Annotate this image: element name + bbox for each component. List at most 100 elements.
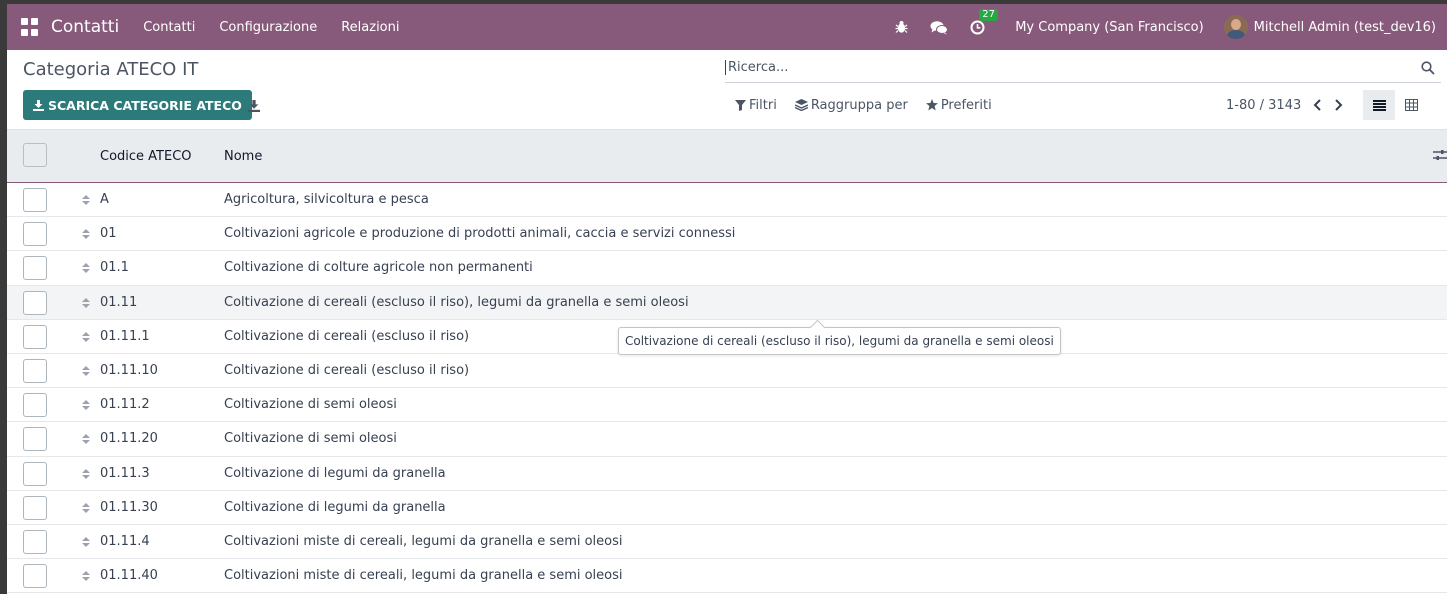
- optional-columns-icon[interactable]: [1433, 149, 1447, 165]
- user-avatar: [1223, 15, 1248, 39]
- table-row[interactable]: 01.11.2 Coltivazione di semi oleosi: [7, 388, 1447, 423]
- cell-name: Agricoltura, silvicoltura e pesca: [224, 192, 429, 208]
- cell-name: Coltivazioni miste di cereali, legumi da…: [224, 533, 623, 549]
- drag-handle-icon[interactable]: [82, 570, 90, 585]
- tooltip: Coltivazione di cereali (escluso il riso…: [618, 327, 1061, 355]
- drag-handle-icon[interactable]: [82, 331, 90, 346]
- filter-icon: [735, 99, 746, 111]
- list-table: Codice ATECO Nome A Agricoltura, silvicol…: [7, 130, 1447, 594]
- drag-handle-icon[interactable]: [82, 297, 90, 312]
- row-checkbox[interactable]: [23, 188, 47, 212]
- drag-handle-icon[interactable]: [82, 433, 90, 448]
- chevron-right-icon[interactable]: [1334, 99, 1343, 111]
- drag-handle-icon[interactable]: [82, 194, 90, 209]
- cell-code: 01.11.1: [100, 328, 150, 344]
- column-header-code[interactable]: Codice ATECO: [100, 130, 192, 182]
- select-all-checkbox[interactable]: [23, 143, 47, 167]
- table-row[interactable]: 01 Coltivazioni agricole e produzione di …: [7, 217, 1447, 252]
- control-panel: Categoria ATECO IT SCARICA CATEGORIE ATE…: [7, 50, 1447, 130]
- menu-item-configurazione[interactable]: Configurazione: [219, 20, 317, 35]
- drag-handle-icon[interactable]: [82, 468, 90, 483]
- row-checkbox[interactable]: [23, 290, 47, 315]
- table-row[interactable]: 01.11.20 Coltivazione di semi oleosi: [7, 422, 1447, 457]
- drag-handle-icon[interactable]: [82, 536, 90, 551]
- cell-code: 01.11.10: [100, 363, 158, 379]
- drag-handle-icon[interactable]: [82, 502, 90, 517]
- chat-icon[interactable]: [930, 18, 949, 36]
- row-checkbox[interactable]: [23, 222, 47, 247]
- row-checkbox[interactable]: [23, 393, 47, 418]
- group-by-button[interactable]: Raggruppa per: [794, 98, 908, 113]
- row-checkbox[interactable]: [23, 427, 47, 452]
- cell-code: 01.11.20: [100, 431, 158, 447]
- cell-name: Coltivazioni agricole e produzione di pr…: [224, 226, 736, 242]
- download-ateco-label: SCARICA CATEGORIE ATECO: [48, 97, 242, 113]
- top-navbar: Contatti Contatti Configurazione Relazio…: [7, 4, 1447, 50]
- cell-name: Coltivazione di cereali (escluso il riso…: [224, 328, 470, 344]
- pager-value[interactable]: 1-80 / 3143: [1226, 98, 1301, 113]
- cell-name: Coltivazione di semi oleosi: [224, 397, 397, 413]
- drag-handle-icon[interactable]: [82, 365, 90, 380]
- menu-item-contatti[interactable]: Contatti: [143, 20, 195, 35]
- pivot-view-icon[interactable]: [1395, 90, 1427, 120]
- table-row[interactable]: A Agricoltura, silvicoltura e pesca: [7, 183, 1447, 218]
- table-row[interactable]: 01.11.10 Coltivazione di cereali (escluso…: [7, 354, 1447, 389]
- search-options: Filtri Raggruppa per Preferiti: [735, 92, 1010, 118]
- star-icon: [925, 99, 938, 111]
- cell-name: Coltivazione di cereali (escluso il riso…: [224, 363, 470, 379]
- drag-handle-icon[interactable]: [82, 399, 90, 414]
- row-checkbox[interactable]: [23, 495, 47, 520]
- table-row[interactable]: 01.11.30 Coltivazione di legumi da granel…: [7, 491, 1447, 525]
- cell-name: Coltivazione di colture agricole non per…: [224, 260, 533, 276]
- cell-code: 01.11: [100, 294, 138, 310]
- row-checkbox[interactable]: [23, 358, 47, 383]
- app-name[interactable]: Contatti: [51, 17, 119, 37]
- apps-icon[interactable]: [21, 18, 39, 36]
- download-ateco-button[interactable]: SCARICA CATEGORIE ATECO: [23, 90, 252, 120]
- table-row[interactable]: 01.11.3 Coltivazione di legumi da granell…: [7, 457, 1447, 491]
- column-header-name[interactable]: Nome: [224, 130, 262, 182]
- row-checkbox[interactable]: [23, 529, 47, 554]
- cell-code: 01.1: [100, 260, 129, 276]
- filters-button[interactable]: Filtri: [735, 98, 777, 113]
- favorites-button[interactable]: Preferiti: [925, 97, 992, 113]
- table-row[interactable]: 01.11.4 Coltivazioni miste di cereali, le…: [7, 525, 1447, 560]
- page-title[interactable]: Categoria ATECO IT: [23, 59, 198, 80]
- cell-code: 01.11.3: [100, 465, 150, 481]
- cell-name: Coltivazione di semi oleosi: [224, 431, 397, 447]
- clock-icon[interactable]: 27: [970, 9, 998, 36]
- cell-code: 01.11.4: [100, 533, 150, 549]
- main-menu: Contatti Configurazione Relazioni: [143, 20, 423, 35]
- search-input[interactable]: [725, 60, 1405, 75]
- row-checkbox[interactable]: [23, 256, 47, 281]
- pager: 1-80 / 3143: [1226, 92, 1343, 118]
- table-row[interactable]: 01.1 Coltivazione di colture agricole non…: [7, 251, 1447, 286]
- table-row[interactable]: 01.11.40 Coltivazioni miste di cereali, l…: [7, 559, 1447, 594]
- view-switcher: [1363, 90, 1427, 120]
- activity-badge: 27: [979, 9, 998, 21]
- menu-item-relazioni[interactable]: Relazioni: [341, 20, 399, 35]
- company-switcher[interactable]: My Company (San Francisco): [1015, 20, 1203, 35]
- drag-handle-icon[interactable]: [82, 262, 90, 277]
- cell-code: 01.11.30: [100, 499, 158, 515]
- cell-code: 01.11.2: [100, 397, 150, 413]
- table-header: Codice ATECO Nome: [7, 130, 1447, 183]
- row-checkbox[interactable]: [23, 461, 47, 486]
- favorites-label: Preferiti: [940, 97, 992, 113]
- cell-name: Coltivazione di cereali (escluso il riso…: [224, 294, 689, 310]
- cell-code: 01: [100, 226, 117, 242]
- cell-name: Coltivazioni miste di cereali, legumi da…: [224, 568, 623, 584]
- list-view-icon[interactable]: [1363, 90, 1395, 120]
- filters-label: Filtri: [749, 97, 777, 113]
- drag-handle-icon[interactable]: [82, 228, 90, 243]
- export-icon[interactable]: [248, 100, 260, 116]
- row-checkbox[interactable]: [23, 324, 47, 349]
- bug-icon[interactable]: [895, 18, 908, 36]
- chevron-left-icon[interactable]: [1313, 99, 1322, 111]
- user-menu[interactable]: Mitchell Admin (test_dev16): [1223, 15, 1436, 39]
- search-bar: [725, 53, 1441, 83]
- cell-code: 01.11.40: [100, 568, 158, 584]
- search-icon[interactable]: [1421, 61, 1435, 79]
- row-checkbox[interactable]: [23, 564, 47, 589]
- table-row[interactable]: 01.11 Coltivazione di cereali (escluso il…: [7, 285, 1447, 320]
